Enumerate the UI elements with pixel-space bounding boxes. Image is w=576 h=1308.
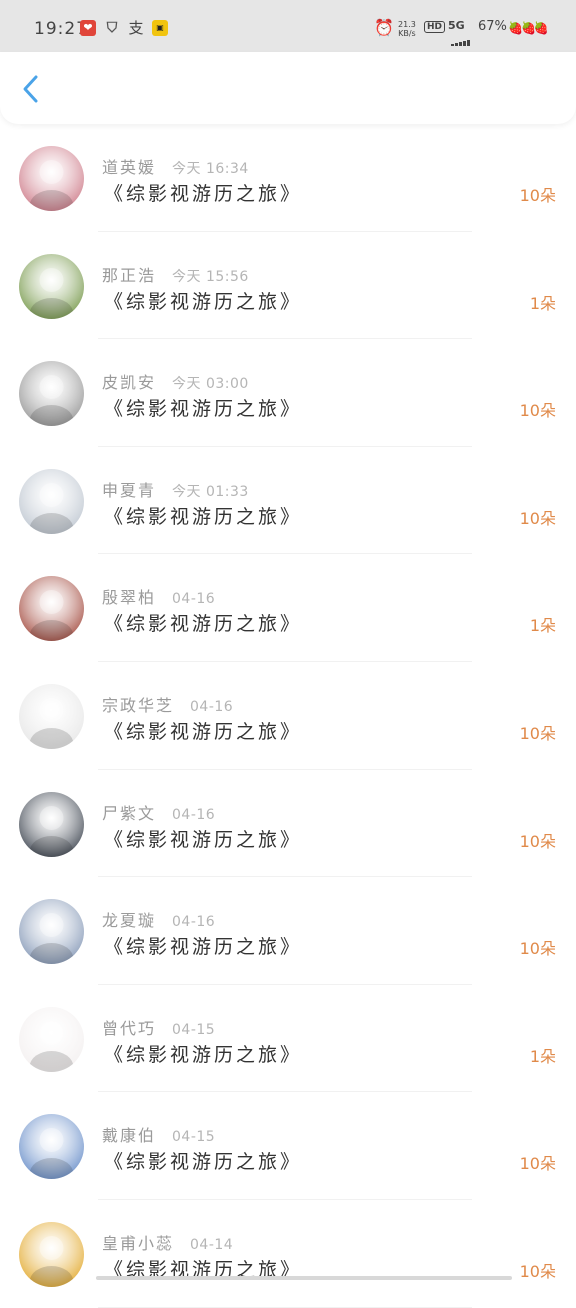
- book-title: 《综影视游历之旅》: [104, 828, 303, 851]
- network-type: 5G: [448, 19, 465, 32]
- hd-icon: HD: [424, 21, 446, 33]
- gift-time: 04-16: [190, 699, 234, 715]
- book-title: 《综影视游历之旅》: [104, 721, 303, 743]
- gift-amount: 1朵: [529, 1046, 556, 1066]
- gift-amount: 10朵: [519, 508, 556, 528]
- sender-name: 皮凯安 今天 03:00: [102, 369, 249, 393]
- sender-name-text: 尸紫文: [102, 803, 157, 823]
- sender-name-text: 那正浩: [102, 265, 157, 285]
- battery-level: 67%: [478, 19, 507, 34]
- avatar[interactable]: [19, 1006, 84, 1072]
- avatar[interactable]: [19, 361, 84, 427]
- list-item[interactable]: 戴康伯 04-15 《综影视游历之旅》 10朵: [0, 1092, 576, 1200]
- chevron-left-icon: [23, 75, 38, 103]
- gift-amount: 10朵: [519, 186, 556, 205]
- gift-time: 04-16: [172, 591, 216, 608]
- sender-name: 龙夏璇 04-16: [102, 907, 215, 931]
- gift-amount: 10朵: [519, 401, 556, 421]
- navigation-bar: [0, 52, 576, 124]
- gift-time: 04-14: [190, 1237, 234, 1253]
- book-title: 《综影视游历之旅》: [104, 290, 303, 313]
- gift-amount: 10朵: [519, 939, 556, 959]
- list-item[interactable]: 殷翠柏 04-16 《综影视游历之旅》 1朵: [0, 554, 576, 662]
- sender-name: 皇甫小蕊 04-14: [102, 1230, 233, 1254]
- network-speed: 21.3 KB/s: [398, 20, 416, 38]
- book-title: 《综影视游历之旅》: [104, 936, 303, 959]
- sender-name-text: 皇甫小蕊: [102, 1234, 175, 1253]
- sender-name: 申夏青 今天 01:33: [102, 477, 249, 501]
- network-speed-unit: KB/s: [398, 29, 416, 38]
- list-item[interactable]: 曾代巧 04-15 《综影视游历之旅》 1朵: [0, 985, 576, 1093]
- back-button[interactable]: [18, 72, 48, 106]
- gift-amount: 10朵: [519, 1262, 556, 1281]
- gift-amount: 10朵: [519, 831, 556, 851]
- avatar[interactable]: [19, 1222, 84, 1287]
- sender-name-text: 龙夏璇: [102, 911, 157, 931]
- sender-name-text: 申夏青: [102, 480, 157, 500]
- gift-amount: 1朵: [529, 293, 556, 313]
- list-item[interactable]: 申夏青 今天 01:33 《综影视游历之旅》 10朵: [0, 447, 576, 555]
- book-title: 《综影视游历之旅》: [104, 1043, 303, 1066]
- avatar[interactable]: [19, 146, 84, 211]
- sender-name: 那正浩 今天 15:56: [102, 262, 249, 286]
- gift-time: 04-16: [172, 806, 216, 823]
- list-item[interactable]: 道英媛 今天 16:34 《综影视游历之旅》 10朵: [0, 124, 576, 232]
- divider: [98, 1306, 472, 1308]
- signal-icon: [451, 32, 473, 46]
- network-speed-value: 21.3: [398, 20, 416, 29]
- sender-name-text: 宗政华芝: [102, 696, 175, 715]
- book-title: 《综影视游历之旅》: [104, 398, 303, 421]
- gift-amount: 10朵: [519, 724, 556, 743]
- sender-name-text: 戴康伯: [102, 1126, 157, 1146]
- list-item[interactable]: 皇甫小蕊 04-14 《综影视游历之旅》 10朵: [0, 1200, 576, 1308]
- sender-name-text: 曾代巧: [102, 1018, 157, 1038]
- sender-name-text: 皮凯安: [102, 373, 157, 393]
- avatar[interactable]: [19, 468, 84, 534]
- avatar[interactable]: [19, 684, 84, 749]
- gift-time: 今天 03:00: [172, 376, 249, 393]
- shield-icon: ⛉: [106, 20, 118, 36]
- gift-amount: 1朵: [529, 616, 556, 636]
- gift-amount: 10朵: [519, 1154, 556, 1174]
- gift-time: 04-15: [172, 1129, 216, 1146]
- sender-name: 殷翠柏 04-16: [102, 584, 215, 608]
- gift-time: 今天 15:56: [172, 268, 249, 285]
- book-title: 《综影视游历之旅》: [104, 505, 303, 528]
- avatar[interactable]: [19, 576, 84, 642]
- book-title: 《综影视游历之旅》: [104, 613, 303, 636]
- alarm-icon: ⏰: [374, 18, 394, 37]
- strawberry-icon: 🍓🍓🍓: [508, 21, 549, 35]
- list-item[interactable]: 宗政华芝 04-16 《综影视游历之旅》 10朵: [0, 662, 576, 770]
- book-title: 《综影视游历之旅》: [104, 1151, 303, 1174]
- sender-name-text: 殷翠柏: [102, 588, 157, 608]
- avatar[interactable]: [19, 899, 84, 965]
- gift-time: 今天 16:34: [172, 161, 249, 177]
- list-item[interactable]: 那正浩 今天 15:56 《综影视游历之旅》 1朵: [0, 232, 576, 340]
- list-item[interactable]: 尸紫文 04-16 《综影视游历之旅》 10朵: [0, 770, 576, 878]
- list-item[interactable]: 龙夏璇 04-16 《综影视游历之旅》 10朵: [0, 877, 576, 985]
- app-badge-icon: ▣: [152, 20, 168, 36]
- list-item[interactable]: 皮凯安 今天 03:00 《综影视游历之旅》 10朵: [0, 339, 576, 447]
- gift-time: 04-15: [172, 1021, 216, 1038]
- sender-name-text: 道英媛: [102, 158, 157, 177]
- status-bar: 19:27 ❤ ⛉ 支 ▣ ⏰ 21.3 KB/s HD 5G 67% 🍓🍓🍓: [0, 0, 576, 52]
- alipay-icon: 支: [128, 19, 144, 37]
- sender-name: 曾代巧 04-15: [102, 1015, 215, 1039]
- sender-name: 道英媛 今天 16:34: [102, 154, 249, 178]
- sender-name: 戴康伯 04-15: [102, 1122, 215, 1146]
- gift-time: 今天 01:33: [172, 483, 249, 500]
- gift-time: 04-16: [172, 914, 216, 931]
- avatar[interactable]: [19, 253, 84, 319]
- avatar[interactable]: [19, 791, 84, 857]
- sender-name: 宗政华芝 04-16: [102, 692, 233, 716]
- scroll-bar[interactable]: [96, 1276, 512, 1280]
- book-title: 《综影视游历之旅》: [104, 183, 303, 205]
- sender-name: 尸紫文 04-16: [102, 800, 215, 824]
- avatar[interactable]: [19, 1114, 84, 1180]
- app-notification-icon: ❤: [80, 20, 96, 36]
